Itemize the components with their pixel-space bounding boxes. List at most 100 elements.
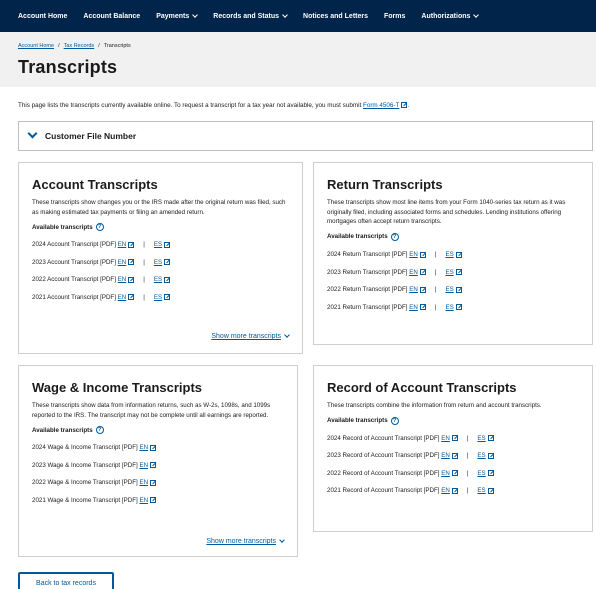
- external-link-icon: [164, 241, 171, 248]
- transcript-row: 2022 Wage & Income Transcript [PDF] EN: [32, 474, 284, 492]
- external-link-icon: [487, 470, 494, 477]
- en-link[interactable]: EN: [118, 259, 127, 266]
- en-link[interactable]: EN: [441, 452, 450, 459]
- external-link-icon: [419, 286, 426, 293]
- nav-item-records-and-status[interactable]: Records and Status: [213, 11, 288, 20]
- page-title: Transcripts: [18, 57, 118, 77]
- es-link[interactable]: ES: [445, 251, 453, 258]
- breadcrumb-current: Transcripts: [103, 43, 131, 49]
- external-link-icon: [451, 452, 458, 459]
- nav-item-label: Notices and Letters: [303, 12, 368, 20]
- nav-item-forms[interactable]: Forms: [384, 13, 405, 20]
- transcript-label: 2022 Record of Account Transcript [PDF]: [327, 469, 440, 477]
- divider: |: [434, 251, 437, 259]
- en-link[interactable]: EN: [441, 487, 450, 494]
- breadcrumb-tax-records[interactable]: Tax Records: [64, 43, 95, 49]
- card-title: Account Transcripts: [32, 177, 158, 192]
- transcript-row: 2023 Account Transcript [PDF] EN | ES: [32, 254, 289, 272]
- card-title: Record of Account Transcripts: [327, 380, 517, 395]
- available-transcripts-label: Available transcripts?: [327, 232, 579, 241]
- return-transcripts-card: Return Transcripts These transcripts sho…: [313, 162, 593, 345]
- en-link[interactable]: EN: [139, 479, 148, 486]
- en-link[interactable]: EN: [441, 470, 450, 477]
- en-link[interactable]: EN: [441, 435, 450, 442]
- breadcrumb: Account Home / Tax Records / Transcripts: [18, 43, 596, 49]
- card-title: Return Transcripts: [327, 177, 443, 192]
- transcript-label: 2022 Wage & Income Transcript [PDF]: [32, 479, 138, 487]
- nav-item-account-balance[interactable]: Account Balance: [83, 13, 140, 20]
- en-link[interactable]: EN: [409, 269, 418, 276]
- external-link-icon: [451, 470, 458, 477]
- help-icon[interactable]: ?: [390, 416, 399, 425]
- en-link[interactable]: EN: [409, 304, 418, 311]
- available-label-text: Available transcripts: [32, 426, 93, 434]
- transcript-label: 2024 Wage & Income Transcript [PDF]: [32, 444, 138, 452]
- es-link[interactable]: ES: [154, 241, 162, 248]
- transcript-label: 2023 Record of Account Transcript [PDF]: [327, 452, 440, 460]
- external-link-icon: [150, 462, 157, 469]
- page-header: Account Home / Tax Records / Transcripts…: [0, 32, 596, 87]
- en-link[interactable]: EN: [409, 251, 418, 258]
- customer-file-number-accordion[interactable]: Customer File Number: [18, 121, 593, 151]
- help-icon[interactable]: ?: [390, 232, 399, 241]
- es-link[interactable]: ES: [477, 452, 485, 459]
- external-link-icon: [164, 294, 171, 301]
- external-link-icon: [455, 269, 462, 276]
- breadcrumb-separator: /: [58, 43, 60, 49]
- external-link-icon: [455, 304, 462, 311]
- es-link[interactable]: ES: [154, 276, 162, 283]
- es-link[interactable]: ES: [477, 470, 485, 477]
- transcript-row: 2023 Wage & Income Transcript [PDF] EN: [32, 457, 284, 475]
- external-link-icon: [164, 259, 171, 266]
- show-more-label: Show more transcripts: [211, 333, 281, 340]
- en-link[interactable]: EN: [139, 462, 148, 469]
- es-link[interactable]: ES: [477, 435, 485, 442]
- transcript-list: 2024 Return Transcript [PDF] EN | ES 2023 …: [327, 246, 579, 316]
- show-more-transcripts-button[interactable]: Show more transcripts: [211, 332, 290, 340]
- es-link[interactable]: ES: [445, 304, 453, 311]
- en-link[interactable]: EN: [118, 241, 127, 248]
- external-link-icon: [419, 251, 426, 258]
- help-icon[interactable]: ?: [95, 426, 104, 435]
- record-of-account-transcripts-card: Record of Account Transcripts These tran…: [313, 365, 593, 532]
- card-description: These transcripts show changes you or th…: [32, 199, 286, 216]
- back-to-tax-records-button[interactable]: Back to tax records: [18, 572, 114, 589]
- transcript-row: 2021 Account Transcript [PDF] EN | ES: [32, 289, 289, 307]
- external-link-icon: [419, 304, 426, 311]
- es-link[interactable]: ES: [154, 294, 162, 301]
- transcript-label: 2021 Account Transcript [PDF]: [32, 293, 116, 301]
- available-transcripts-label: Available transcripts?: [327, 416, 579, 425]
- available-label-text: Available transcripts: [327, 417, 388, 425]
- external-link-icon: [455, 251, 462, 258]
- en-link[interactable]: EN: [139, 444, 148, 451]
- transcript-row: 2021 Record of Account Transcript [PDF] …: [327, 482, 579, 500]
- intro-end: .: [407, 102, 410, 109]
- en-link[interactable]: EN: [139, 497, 148, 504]
- breadcrumb-account-home[interactable]: Account Home: [18, 43, 54, 49]
- es-link[interactable]: ES: [445, 286, 453, 293]
- en-link[interactable]: EN: [118, 294, 127, 301]
- transcript-row: 2022 Account Transcript [PDF] EN | ES: [32, 271, 289, 289]
- show-more-transcripts-button[interactable]: Show more transcripts: [206, 537, 285, 545]
- form-4506t-link[interactable]: Form 4506-T: [363, 102, 399, 109]
- nav-item-payments[interactable]: Payments: [156, 11, 199, 20]
- transcript-label: 2024 Account Transcript [PDF]: [32, 241, 116, 249]
- transcript-label: 2022 Return Transcript [PDF]: [327, 286, 408, 294]
- es-link[interactable]: ES: [477, 487, 485, 494]
- external-link-icon: [128, 259, 135, 266]
- nav-item-notices-and-letters[interactable]: Notices and Letters: [303, 13, 368, 20]
- divider: |: [143, 258, 145, 266]
- transcript-row: 2021 Return Transcript [PDF] EN | ES: [327, 298, 579, 316]
- es-link[interactable]: ES: [154, 259, 162, 266]
- external-link-icon: [150, 444, 157, 451]
- es-link[interactable]: ES: [445, 269, 453, 276]
- chevron-down-icon: [282, 11, 288, 18]
- divider: |: [143, 276, 145, 284]
- nav-item-label: Account Balance: [83, 12, 141, 20]
- en-link[interactable]: EN: [409, 286, 418, 293]
- help-icon[interactable]: ?: [95, 223, 104, 232]
- en-link[interactable]: EN: [118, 276, 127, 283]
- nav-item-account-home[interactable]: Account Home: [18, 13, 67, 20]
- transcript-row: 2024 Wage & Income Transcript [PDF] EN: [32, 439, 284, 457]
- nav-item-authorizations[interactable]: Authorizations: [421, 11, 480, 20]
